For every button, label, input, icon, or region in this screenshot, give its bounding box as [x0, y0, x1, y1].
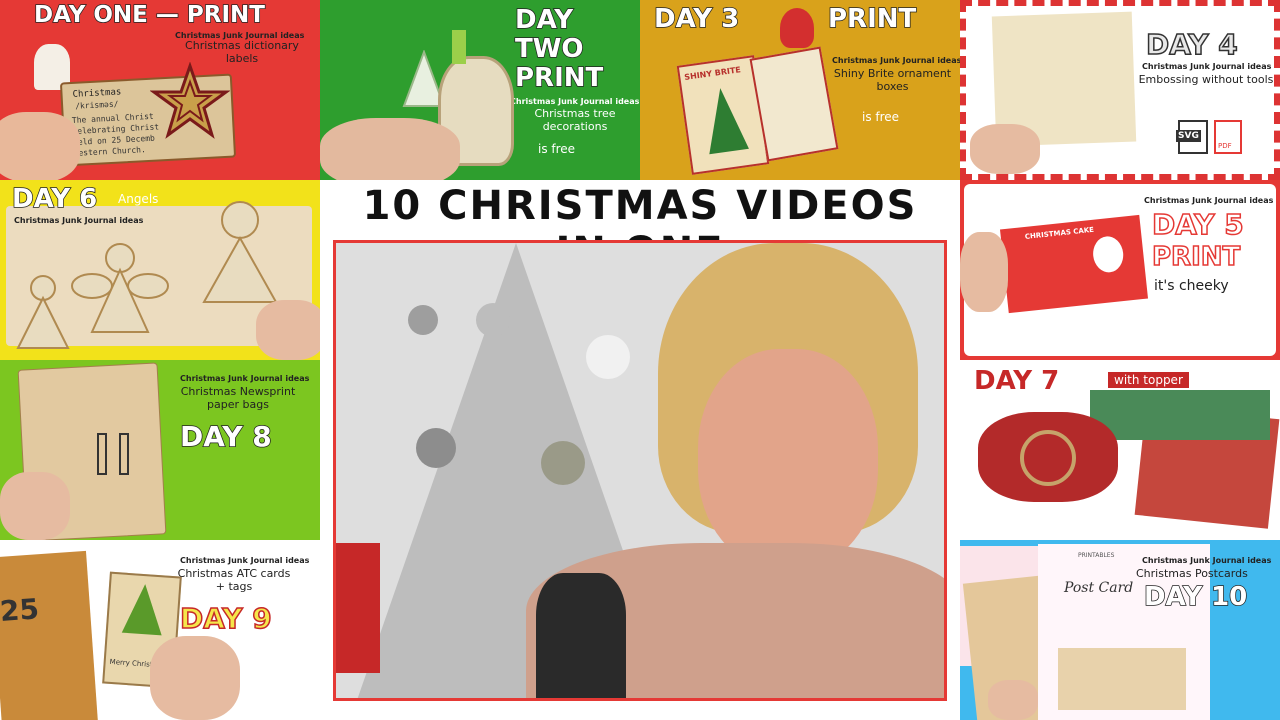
ornament	[476, 303, 510, 337]
day3-free: is free	[862, 110, 900, 124]
star-icon	[150, 62, 230, 139]
woman-portrait	[526, 243, 944, 698]
hand-image	[988, 680, 1038, 720]
tile-day-five[interactable]: CHRISTMAS CAKE Christmas Junk Journal id…	[960, 180, 1280, 360]
day2-heading-2: TWO	[514, 33, 584, 65]
christmas-tree-icon	[121, 584, 162, 636]
tile-day-one[interactable]: DAY ONE — PRINT Christmas Junk Journal i…	[0, 0, 320, 180]
day6-subtitle: Christmas Junk Journal ideas	[14, 216, 144, 225]
day10-subtitle: Christmas Junk Journal ideas	[1142, 556, 1272, 565]
hand-image	[320, 118, 460, 180]
day3-heading-b: PRINT	[827, 3, 917, 35]
day7-heading: DAY 7	[974, 366, 1060, 396]
day2-subtitle: Christmas Junk Journal ideas	[510, 97, 640, 106]
main-video-thumbnail[interactable]	[333, 240, 947, 701]
angel-icon	[71, 243, 169, 333]
day10-heading: DAY 10	[1143, 581, 1248, 613]
label-word: Christmas	[72, 87, 122, 100]
box-label: SHINY BRITE	[683, 65, 742, 82]
green-card	[1090, 390, 1270, 440]
ornament	[408, 305, 438, 335]
day9-heading: DAY 9	[179, 601, 272, 636]
label-phonetic: /krisməs/	[74, 99, 119, 111]
day2-heading-1: DAY	[514, 4, 574, 36]
day2-heading-3: PRINT	[514, 62, 604, 94]
tile-day-two[interactable]: DAY TWO PRINT Christmas Junk Journal ide…	[320, 0, 640, 180]
tile-day-three[interactable]: DAY 3 PRINT Christmas Junk Journal ideas…	[640, 0, 960, 180]
hand-image	[150, 636, 240, 720]
journal-number: 25	[0, 592, 40, 628]
christmas-tree-icon	[709, 88, 749, 155]
day4-heading: DAY 4	[1145, 27, 1238, 62]
day5-heading-b: PRINT	[1151, 241, 1241, 273]
santa-figure	[1091, 234, 1125, 274]
label-line-4: Western Church.	[73, 145, 147, 158]
tile-day-nine[interactable]: 25 Merry Christmas Christmas Junk Journa…	[0, 540, 320, 720]
svg-file-label: SVG	[1176, 130, 1201, 142]
day4-subtitle: Christmas Junk Journal ideas	[1142, 62, 1272, 71]
recipe-card: CHRISTMAS CAKE	[999, 214, 1149, 314]
day5-heading-a: DAY 5	[1151, 207, 1244, 242]
day3-heading-a: DAY 3	[653, 3, 740, 35]
day6-heading: DAY 6	[11, 183, 98, 215]
day3-desc: Shiny Brite ornament boxes	[833, 67, 952, 93]
printables-label: PRINTABLES	[1078, 552, 1115, 559]
day7-tag: with topper	[1108, 372, 1189, 388]
angel-icon	[202, 201, 278, 303]
day5-subtitle: Christmas Junk Journal ideas	[1144, 196, 1274, 205]
day1-heading: DAY ONE — PRINT	[33, 1, 265, 29]
day10-desc: Christmas Postcards	[1136, 567, 1248, 580]
day2-free: is free	[538, 142, 576, 156]
candle-icon	[97, 433, 129, 475]
angel-icon	[16, 275, 70, 349]
day3-subtitle: Christmas Junk Journal ideas	[832, 56, 960, 65]
hand-image	[0, 112, 80, 180]
tile-day-six[interactable]: DAY 6 Angels Christmas Junk Journal idea…	[0, 180, 320, 360]
tile-day-four[interactable]: DAY 4 Christmas Junk Journal ideas Embos…	[960, 0, 1280, 180]
day5-desc: it's cheeky	[1154, 278, 1229, 294]
junk-journal: 25	[0, 550, 98, 720]
tile-day-eight[interactable]: Christmas Junk Journal ideas Christmas N…	[0, 360, 320, 540]
postcard-label: Post Card	[1064, 580, 1134, 596]
shirt-dark	[536, 573, 626, 698]
postcard-image	[1058, 648, 1186, 710]
day8-subtitle: Christmas Junk Journal ideas	[180, 374, 310, 383]
day6-tag: Angels	[118, 192, 159, 206]
ornament	[586, 335, 630, 379]
ornament	[416, 428, 456, 468]
day8-heading: DAY 8	[179, 419, 272, 454]
pdf-file-label: PDF	[1218, 142, 1232, 150]
svg-file-icon: SVG	[1176, 120, 1208, 154]
day9-subtitle: Christmas Junk Journal ideas	[180, 556, 310, 565]
hand-image	[0, 472, 70, 540]
twine-bow	[1020, 430, 1076, 486]
santa-figure	[780, 8, 814, 48]
ribbon	[452, 30, 466, 64]
tile-day-ten[interactable]: PRINTABLES Post Card Christmas Junk Jour…	[960, 540, 1280, 720]
face	[698, 349, 878, 569]
nutcracker-figure	[336, 543, 380, 673]
hand-image	[960, 232, 1008, 312]
hand-image	[970, 124, 1040, 174]
day2-desc: Christmas tree decorations	[534, 107, 616, 133]
day9-desc: Christmas ATC cards + tags	[177, 567, 291, 593]
tile-day-seven[interactable]: DAY 7 with topper	[960, 360, 1280, 540]
pdf-file-icon: PDF	[1214, 120, 1242, 154]
ornament	[541, 441, 585, 485]
hand-image	[256, 300, 320, 360]
day8-desc: Christmas Newsprint paper bags	[180, 385, 296, 411]
recipe-card-title: CHRISTMAS CAKE	[1024, 225, 1095, 241]
day4-desc: Embossing without tools	[1138, 73, 1274, 86]
